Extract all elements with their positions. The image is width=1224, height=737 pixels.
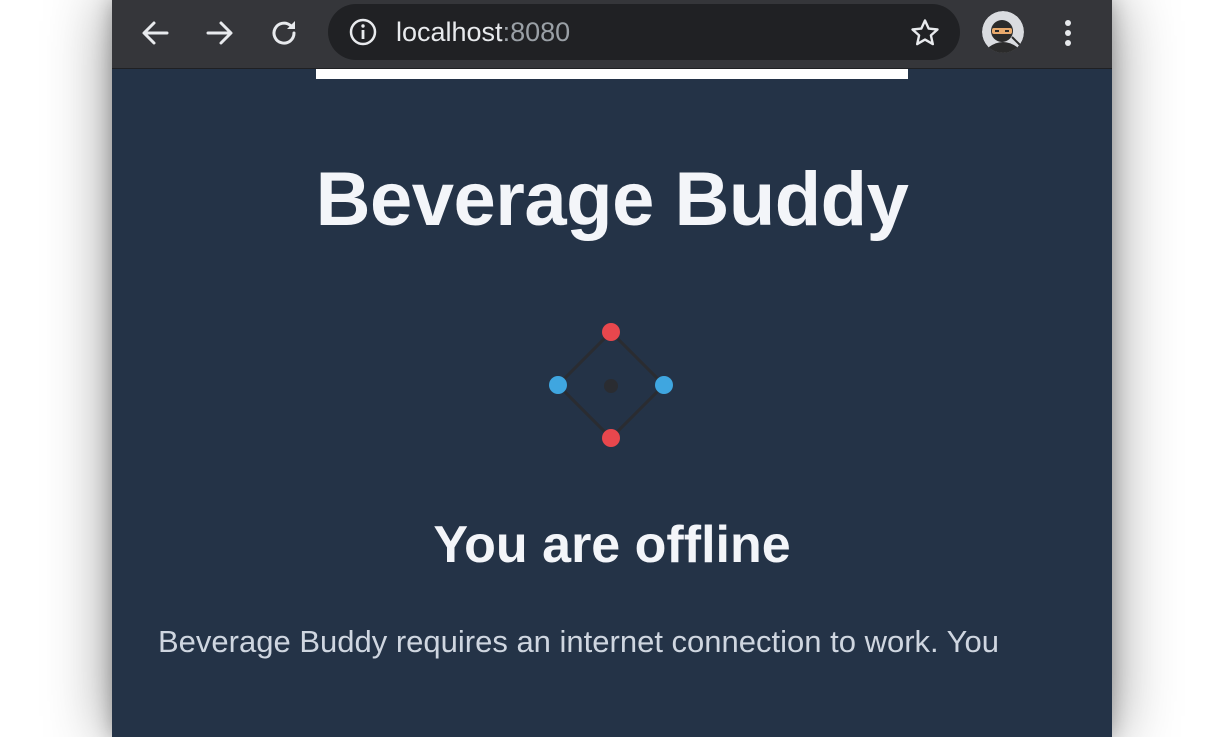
url-host: localhost [396,17,503,47]
url-text[interactable]: localhost:8080 [396,17,570,47]
back-button[interactable] [132,10,178,56]
ninja-avatar-icon [982,11,1024,53]
app-title: Beverage Buddy [315,157,909,242]
offline-heading: You are offline [433,516,791,574]
browser-window: localhost:8080 Beverage Buddy You are of… [112,0,1112,737]
forward-button[interactable] [197,10,243,56]
reload-button[interactable] [261,10,307,56]
arrow-right-icon [206,21,233,45]
vertical-dots-icon [1065,20,1071,46]
info-icon[interactable] [348,17,378,47]
profile-avatar[interactable] [982,11,1024,53]
reload-icon [272,21,296,45]
address-bar[interactable]: localhost:8080 [328,4,960,60]
offline-message: Beverage Buddy requires an internet conn… [158,624,999,659]
offline-illustration [548,322,674,448]
offline-network-icon [549,323,673,447]
url-port: :8080 [502,17,571,47]
arrow-left-icon [142,21,169,45]
star-icon[interactable] [908,16,942,50]
browser-menu-button[interactable] [1047,10,1089,56]
browser-toolbar: localhost:8080 [112,0,1112,69]
header-divider [316,69,908,79]
